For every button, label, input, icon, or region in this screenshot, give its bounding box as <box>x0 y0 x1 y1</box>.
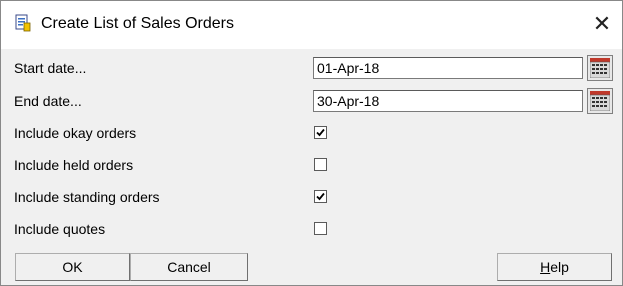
include-quotes-checkbox[interactable] <box>314 222 327 235</box>
report-icon <box>15 14 31 32</box>
start-date-input[interactable] <box>313 57 583 79</box>
include-okay-orders-checkbox[interactable] <box>314 126 327 139</box>
close-icon: ✕ <box>592 11 612 36</box>
checkmark-icon <box>316 128 325 137</box>
include-held-orders-label: Include held orders <box>14 157 134 173</box>
window-title: Create List of Sales Orders <box>41 15 234 32</box>
include-okay-orders-label: Include okay orders <box>14 125 137 141</box>
dialog-window: Create List of Sales Orders ✕ Start date… <box>0 0 623 286</box>
help-button[interactable]: Help <box>497 253 612 281</box>
calendar-icon <box>589 58 611 79</box>
include-standing-orders-checkbox[interactable] <box>314 190 327 203</box>
cancel-button[interactable]: Cancel <box>130 253 248 281</box>
include-standing-orders-label: Include standing orders <box>14 189 160 205</box>
close-button[interactable]: ✕ <box>587 11 617 37</box>
help-accelerator: H <box>540 259 551 275</box>
start-date-calendar-button[interactable] <box>587 55 613 81</box>
end-date-label: End date... <box>14 93 82 109</box>
include-held-orders-checkbox[interactable] <box>314 158 327 171</box>
title-bar[interactable]: Create List of Sales Orders ✕ <box>1 1 622 49</box>
help-label: elp <box>550 259 569 275</box>
include-quotes-label: Include quotes <box>14 221 106 237</box>
checkmark-icon <box>316 192 325 201</box>
end-date-input[interactable] <box>313 90 583 112</box>
ok-button[interactable]: OK <box>15 253 130 281</box>
end-date-calendar-button[interactable] <box>587 88 613 114</box>
start-date-label: Start date... <box>14 60 87 76</box>
calendar-icon <box>589 91 611 112</box>
